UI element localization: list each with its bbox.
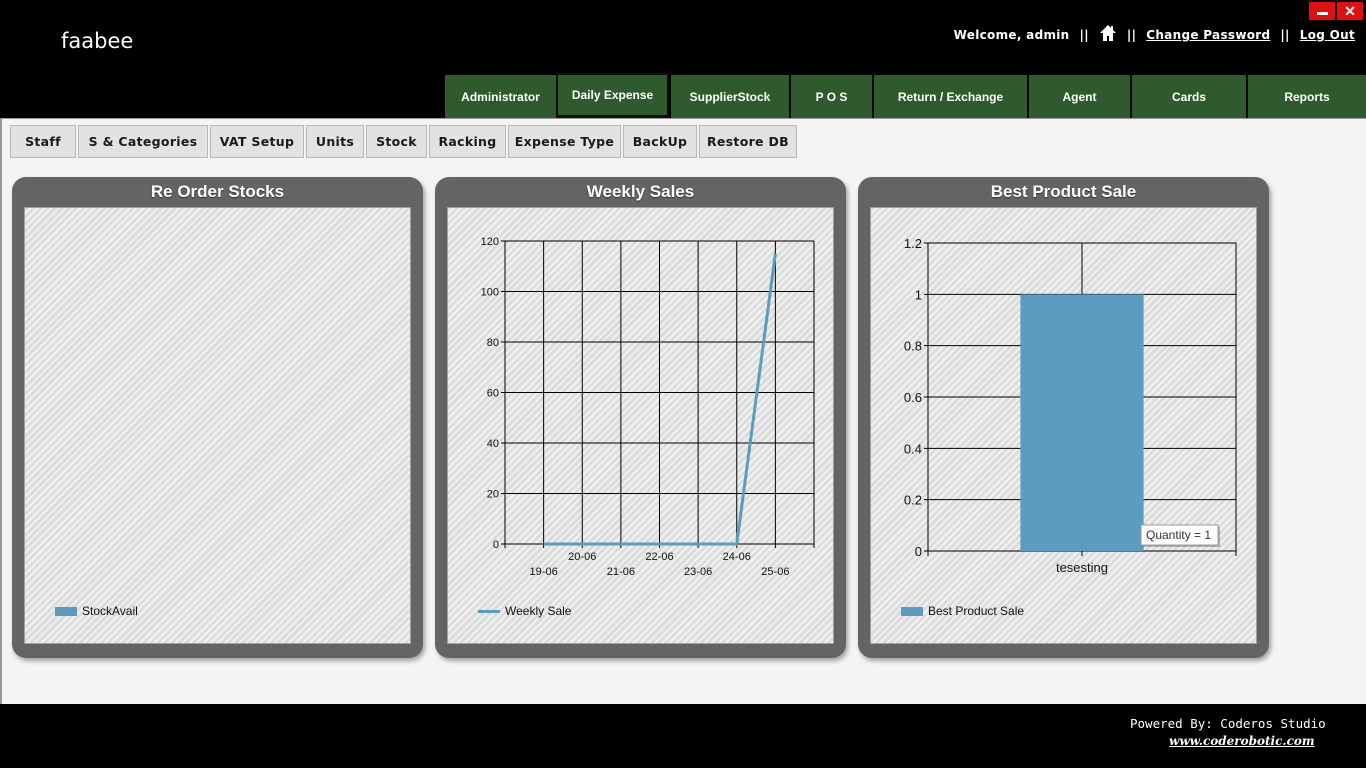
chart-legend: Best Product Sale — [901, 604, 1024, 618]
y-tick-label: 0.6 — [904, 390, 922, 405]
stock-button[interactable]: Stock — [366, 125, 427, 158]
x-tick-label: 21-06 — [607, 566, 635, 578]
y-tick-label: 40 — [487, 438, 499, 450]
best-product-chart: 0 0.2 0.4 0.6 0.8 1 1.2 tesesting Quantity = 1 B… — [870, 207, 1257, 644]
best-product-panel: Best Product Sale 0 0.2 0.4 0.6 0.8 1 1.2 teses… — [858, 177, 1269, 658]
separator: || — [1079, 28, 1089, 42]
y-tick-label: 0.2 — [904, 493, 922, 508]
sub-nav: Staff S & Categories VAT Setup Units Sto… — [10, 125, 797, 158]
bar — [1020, 294, 1144, 551]
weekly-sales-plot: 0 20 40 60 80 100 120 19-06 20-06 21-06 22-06 23-06… — [481, 236, 815, 578]
separator: || — [1126, 28, 1137, 42]
tab-return-exchange[interactable]: Return / Exchange — [872, 73, 1027, 118]
y-tick-label: 0 — [493, 539, 499, 551]
logout-link[interactable]: Log Out — [1300, 28, 1355, 42]
close-button[interactable]: ✕ — [1337, 2, 1363, 20]
change-password-link[interactable]: Change Password — [1146, 28, 1270, 42]
backup-button[interactable]: BackUp — [623, 125, 697, 158]
panel-title: Weekly Sales — [586, 182, 695, 201]
y-tick-label: 120 — [481, 236, 499, 248]
app-logo: faabee — [61, 29, 134, 53]
chart-legend: Weekly Sale — [478, 604, 571, 618]
tab-supplier-stock[interactable]: SupplierStock — [669, 73, 789, 118]
y-tick-label: 80 — [487, 337, 499, 349]
x-tick-label: 23-06 — [684, 566, 712, 578]
vat-setup-button[interactable]: VAT Setup — [210, 125, 304, 158]
legend-swatch — [901, 606, 923, 616]
tooltip-text: Quantity = 1 — [1146, 528, 1211, 542]
separator: || — [1280, 28, 1290, 42]
y-tick-label: 0 — [915, 544, 922, 559]
panel-title: Best Product Sale — [990, 182, 1137, 201]
x-tick-label: 20-06 — [568, 551, 596, 563]
x-tick-label: 25-06 — [761, 566, 789, 578]
reorder-stocks-panel: Re Order Stocks StockAvail — [12, 177, 423, 658]
x-tick-label: 19-06 — [530, 566, 558, 578]
legend-label: Best Product Sale — [928, 604, 1025, 618]
legend-swatch — [55, 606, 77, 616]
website-link[interactable]: www.coderobotic.com — [1169, 734, 1315, 748]
tab-agent[interactable]: Agent — [1027, 73, 1130, 118]
home-icon[interactable] — [1099, 24, 1117, 42]
legend-label: StockAvail — [82, 604, 138, 618]
y-tick-label: 20 — [487, 489, 499, 501]
reorder-stocks-chart: StockAvail — [24, 207, 411, 644]
main-nav: Administrator Daily Expense SupplierStoc… — [443, 73, 1366, 118]
user-bar: Welcome, admin || || Change Password || … — [953, 24, 1355, 44]
x-tick-label: 22-06 — [645, 551, 673, 563]
weekly-sales-chart: 0 20 40 60 80 100 120 19-06 20-06 21-06 22-06 23-06… — [447, 207, 834, 644]
tab-cards[interactable]: Cards — [1130, 73, 1246, 118]
restore-db-button[interactable]: Restore DB — [699, 125, 797, 158]
y-tick-label: 0.4 — [904, 441, 922, 456]
minimize-icon — [1316, 12, 1328, 15]
welcome-text: Welcome, admin — [953, 28, 1070, 42]
tab-administrator[interactable]: Administrator — [443, 73, 556, 118]
legend-swatch — [478, 609, 500, 613]
x-tick-label: 24-06 — [723, 551, 751, 563]
weekly-sales-panel: Weekly Sales 0 20 40 60 80 100 120 19-06 20-06 21… — [435, 177, 846, 658]
y-tick-label: 0.8 — [904, 339, 922, 354]
categories-button[interactable]: S & Categories — [78, 125, 208, 158]
units-button[interactable]: Units — [306, 125, 364, 158]
close-icon: ✕ — [1344, 3, 1356, 19]
content-area: Staff S & Categories VAT Setup Units Sto… — [0, 118, 1366, 704]
tab-reports[interactable]: Reports — [1246, 73, 1366, 118]
tab-daily-expense[interactable]: Daily Expense — [556, 73, 669, 118]
chart-legend: StockAvail — [55, 604, 138, 618]
app-window: faabee ✕ Welcome, admin || || Change Pas… — [0, 0, 1366, 768]
racking-button[interactable]: Racking — [429, 125, 506, 158]
y-tick-label: 1.2 — [904, 236, 922, 251]
expense-type-button[interactable]: Expense Type — [508, 125, 621, 158]
y-tick-label: 100 — [481, 287, 499, 299]
tab-pos[interactable]: P O S — [789, 73, 872, 118]
best-product-plot: 0 0.2 0.4 0.6 0.8 1 1.2 tesesting Quantity = 1 — [904, 236, 1237, 575]
panel-title: Re Order Stocks — [150, 182, 285, 201]
powered-by-text: Powered By: Coderos Studio — [1130, 716, 1326, 731]
y-tick-label: 1 — [915, 287, 922, 302]
staff-button[interactable]: Staff — [10, 125, 76, 158]
x-tick-label: tesesting — [1056, 560, 1108, 575]
minimize-button[interactable] — [1309, 2, 1335, 20]
legend-label: Weekly Sale — [505, 604, 572, 618]
y-tick-label: 60 — [487, 388, 499, 400]
